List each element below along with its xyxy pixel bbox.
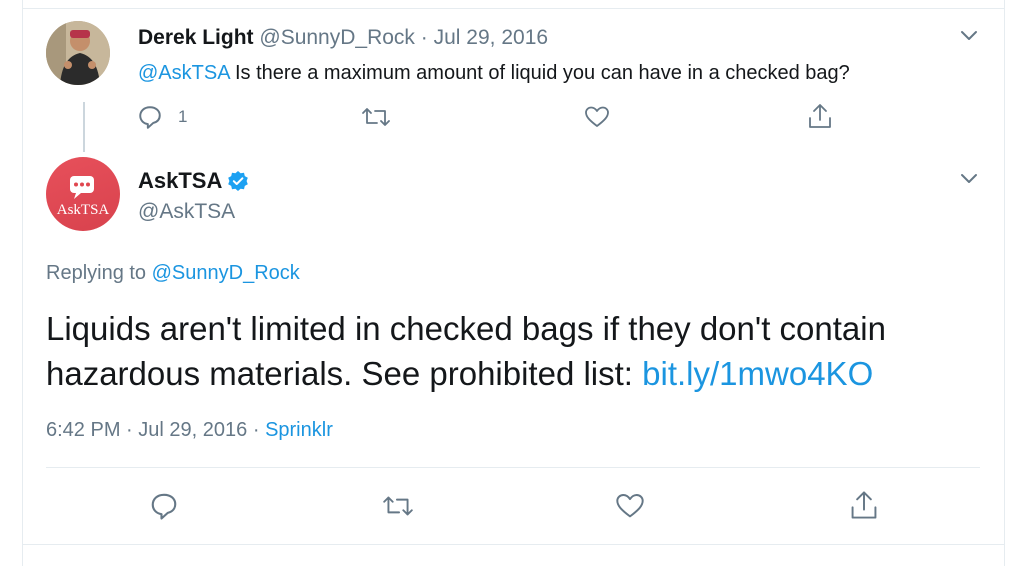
heart-icon[interactable] bbox=[614, 490, 646, 522]
chevron-down-icon[interactable] bbox=[958, 167, 980, 189]
tweet-time[interactable]: 6:42 PM bbox=[46, 419, 120, 441]
divider bbox=[46, 467, 980, 468]
retweet-icon[interactable] bbox=[360, 103, 392, 131]
author-handle[interactable]: @AskTSA bbox=[138, 200, 235, 224]
replying-to-label: Replying to bbox=[46, 262, 152, 284]
tweet-source[interactable]: Sprinklr bbox=[265, 419, 333, 441]
asktsa-logo-icon bbox=[70, 176, 94, 199]
reply-icon[interactable] bbox=[136, 103, 164, 131]
tweet-date[interactable]: Jul 29, 2016 bbox=[434, 26, 548, 49]
avatar[interactable] bbox=[46, 21, 110, 85]
verified-badge-icon bbox=[227, 170, 249, 192]
author-handle[interactable]: @SunnyD_Rock bbox=[259, 26, 415, 49]
author-name-row: AskTSA bbox=[138, 168, 249, 194]
share-icon[interactable] bbox=[806, 101, 834, 131]
reply-tweet-header: Derek Light @SunnyD_Rock · Jul 29, 2016 bbox=[138, 26, 548, 50]
avatar[interactable]: AskTSA bbox=[46, 157, 120, 231]
reply-icon[interactable] bbox=[148, 490, 180, 522]
tweet-link[interactable]: bit.ly/1mwo4KO bbox=[642, 355, 873, 392]
avatar-label: AskTSA bbox=[56, 202, 110, 218]
tweet-meta: 6:42 PM · Jul 29, 2016 · Sprinklr bbox=[46, 419, 333, 442]
meta-separator: · bbox=[126, 419, 133, 441]
thread-connector bbox=[83, 102, 85, 152]
author-name[interactable]: AskTSA bbox=[138, 168, 222, 194]
divider bbox=[22, 544, 1005, 545]
replying-to: Replying to @SunnyD_Rock bbox=[46, 262, 300, 285]
reply-count: 1 bbox=[178, 107, 188, 126]
retweet-icon[interactable] bbox=[380, 491, 416, 521]
replying-to-handle[interactable]: @SunnyD_Rock bbox=[152, 262, 300, 284]
reply-tweet-body: Is there a maximum amount of liquid you … bbox=[229, 62, 850, 84]
share-icon[interactable] bbox=[848, 488, 880, 522]
reply-tweet-text: @AskTSA Is there a maximum amount of liq… bbox=[138, 62, 850, 85]
divider bbox=[22, 8, 1005, 9]
author-name[interactable]: Derek Light bbox=[138, 26, 254, 49]
header-separator: · bbox=[420, 26, 428, 49]
meta-separator: · bbox=[252, 419, 260, 441]
mention-link[interactable]: @AskTSA bbox=[138, 62, 229, 84]
chevron-down-icon[interactable] bbox=[958, 24, 980, 46]
main-tweet-text: Liquids aren't limited in checked bags i… bbox=[46, 306, 976, 396]
heart-icon[interactable] bbox=[583, 103, 611, 131]
tweet-date[interactable]: Jul 29, 2016 bbox=[138, 419, 247, 441]
avatar-photo-icon bbox=[46, 21, 110, 85]
